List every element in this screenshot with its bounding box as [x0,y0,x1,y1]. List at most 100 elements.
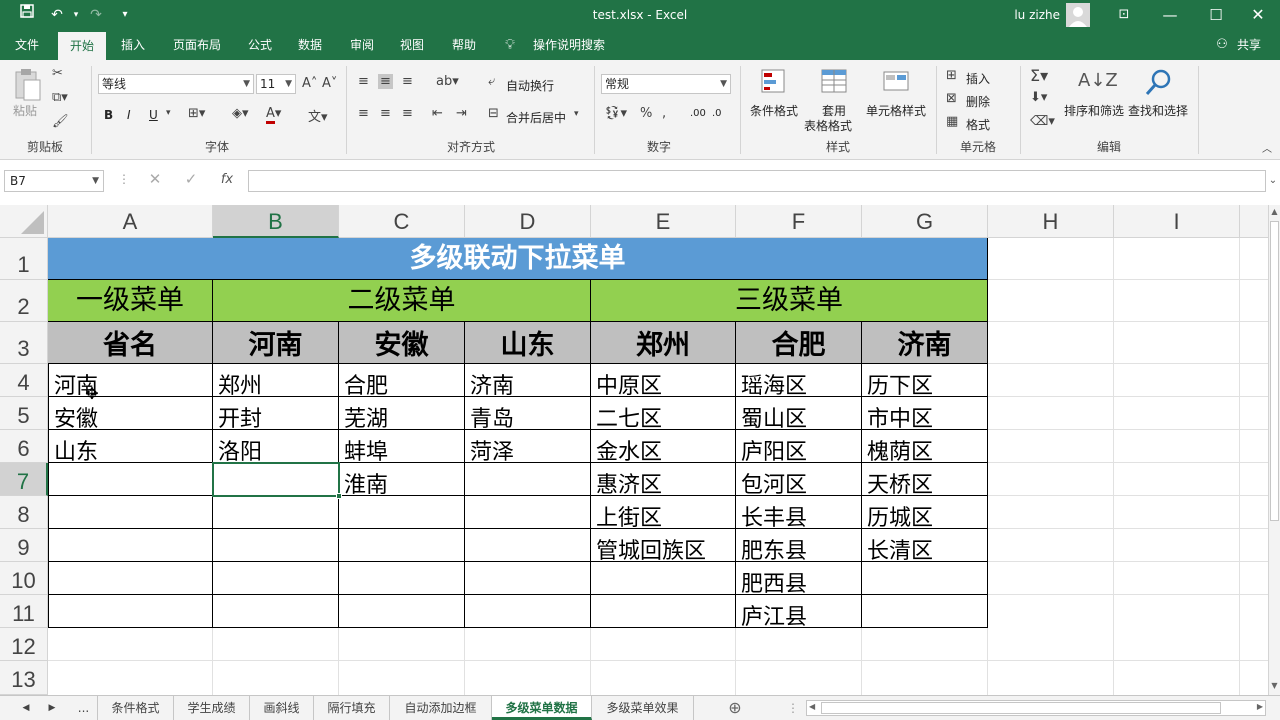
insert-function-button[interactable]: fx [216,172,238,192]
header-cell-e3[interactable]: 郑州 [591,322,736,364]
delete-cells-icon[interactable]: ⊠ [946,91,957,106]
bold-button[interactable]: B [104,108,113,122]
font-name-select[interactable]: 等线 ▼ [98,74,254,94]
column-header-f[interactable]: F [736,205,862,238]
align-center-icon[interactable]: ≡ [380,106,391,121]
cell-f8[interactable]: 长丰县 [736,500,860,530]
prev-sheet-icon[interactable]: ◀ [14,696,38,720]
cell-e4[interactable]: 中原区 [591,368,734,398]
row-header-12[interactable]: 12 [0,628,48,661]
cell-f5[interactable]: 蜀山区 [736,401,860,431]
cell-e9[interactable]: 管城回族区 [591,533,734,563]
header-cell-b3[interactable]: 河南 [213,322,339,364]
expand-formula-icon[interactable]: ⌄ [1266,170,1280,192]
cell-c5[interactable]: 芜湖 [339,401,463,431]
column-header-i[interactable]: I [1114,205,1240,238]
cell-g5[interactable]: 市中区 [862,401,986,431]
wrap-text-icon[interactable]: ⤶ [488,74,495,89]
align-bottom-icon[interactable]: ≡ [402,74,413,89]
tab-split-icon[interactable]: ⋮ [786,696,800,720]
sort-filter-button[interactable]: 排序和筛选 [1064,102,1124,119]
name-box[interactable]: B7 ▼ [4,170,104,192]
row-header-13[interactable]: 13 [0,661,48,695]
percent-icon[interactable]: % [640,106,652,121]
save-icon[interactable] [14,0,40,30]
cell-g8[interactable]: 历城区 [862,500,986,530]
cell-styles-button[interactable]: 单元格样式 [866,102,926,119]
column-header-h[interactable]: H [988,205,1114,238]
active-cell-b7[interactable] [212,462,340,497]
formula-input[interactable] [248,170,1266,192]
header-cell-d3[interactable]: 山东 [465,322,591,364]
undo-dropdown-icon[interactable]: ▾ [70,0,82,30]
cell-b5[interactable]: 开封 [213,401,337,431]
redo-icon[interactable]: ↷ [84,0,108,30]
column-header-e[interactable]: E [591,205,736,238]
cell-d4[interactable]: 济南 [465,368,589,398]
sheet-tab-7[interactable]: 多级菜单效果 [592,696,694,720]
row-header-9[interactable]: 9 [0,529,48,562]
tab-formulas[interactable]: 公式 [238,30,282,60]
sheet-tab-3[interactable]: 画斜线 [250,696,314,720]
row-header-10[interactable]: 10 [0,562,48,595]
tab-view[interactable]: 视图 [390,30,434,60]
sheet-tab-1[interactable]: 条件格式 [98,696,174,720]
column-header-g[interactable]: G [862,205,988,238]
paste-button[interactable]: 粘贴 [13,102,37,119]
format-cells-icon[interactable]: ▦ [946,114,958,129]
format-painter-icon[interactable]: 🖌︎ [52,114,69,129]
row-header-11[interactable]: 11 [0,595,48,628]
scroll-down-icon[interactable]: ▼ [1269,681,1280,693]
accounting-format-icon[interactable]: 💱︎▾ [604,106,627,121]
row-header-7[interactable]: 7 [0,463,48,496]
clear-icon[interactable]: ⌫▾ [1030,114,1055,129]
cell-a5[interactable]: 安徽 [49,401,211,431]
scroll-up-icon[interactable]: ▲ [1269,207,1280,219]
cell-f9[interactable]: 肥东县 [736,533,860,563]
cut-icon[interactable]: ✂ [52,66,63,81]
enter-icon[interactable]: ✓ [181,170,201,192]
cell-g4[interactable]: 历下区 [862,368,986,398]
insert-cells-icon[interactable]: ⊞ [946,68,957,83]
undo-icon[interactable]: ↶ [44,0,70,30]
select-all-button[interactable] [0,205,48,238]
underline-dropdown-icon[interactable]: ▾ [166,108,171,118]
next-sheet-icon[interactable]: ▶ [40,696,64,720]
tab-file[interactable]: 文件 [4,30,50,60]
format-table-icon[interactable] [820,68,850,96]
horizontal-scrollbar[interactable]: ◀ ▶ [806,700,1266,716]
collapse-ribbon-icon[interactable]: ︿ [1262,140,1272,155]
merge-dropdown-icon[interactable]: ▾ [574,109,579,119]
align-top-icon[interactable]: ≡ [358,74,369,89]
increase-indent-icon[interactable]: ⇥ [456,106,467,121]
cell-e7[interactable]: 惠济区 [591,467,734,497]
row-header-2[interactable]: 2 [0,280,48,322]
grow-font-icon[interactable]: A˄ [302,76,317,91]
share-button[interactable]: 共享 [1232,30,1266,60]
add-sheet-icon[interactable]: ⊕ [722,696,748,720]
sort-filter-icon[interactable]: A↓Z [1078,70,1118,91]
tab-insert[interactable]: 插入 [110,30,156,60]
cell-c4[interactable]: 合肥 [339,368,463,398]
column-header-c[interactable]: C [339,205,465,238]
tab-page-layout[interactable]: 页面布局 [164,30,230,60]
sheet-title-cell[interactable]: 多级联动下拉菜单 [48,238,988,280]
copy-icon[interactable]: ⧉▾ [52,90,68,105]
header-cell-c3[interactable]: 安徽 [339,322,465,364]
borders-icon[interactable]: ⊞▾ [188,106,205,121]
cell-e5[interactable]: 二七区 [591,401,734,431]
align-middle-icon[interactable]: ≡ [378,74,393,89]
fill-icon[interactable]: ⬇▾ [1030,90,1047,105]
shrink-font-icon[interactable]: A˅ [322,76,337,91]
cell-f7[interactable]: 包河区 [736,467,860,497]
row-header-5[interactable]: 5 [0,397,48,430]
phonetic-icon[interactable]: 文▾ [308,106,328,125]
worksheet-grid[interactable]: A B C D E F G H I 1 2 3 4 5 6 7 8 9 10 1… [0,205,1268,695]
sheet-tab-4[interactable]: 隔行填充 [314,696,390,720]
find-select-icon[interactable] [1144,68,1174,98]
cell-d6[interactable]: 菏泽 [465,434,589,464]
customize-toolbar-icon[interactable]: ▾ [116,0,134,30]
cell-f10[interactable]: 肥西县 [736,566,860,596]
cell-a6[interactable]: 山东 [49,434,211,464]
row-header-1[interactable]: 1 [0,238,48,280]
